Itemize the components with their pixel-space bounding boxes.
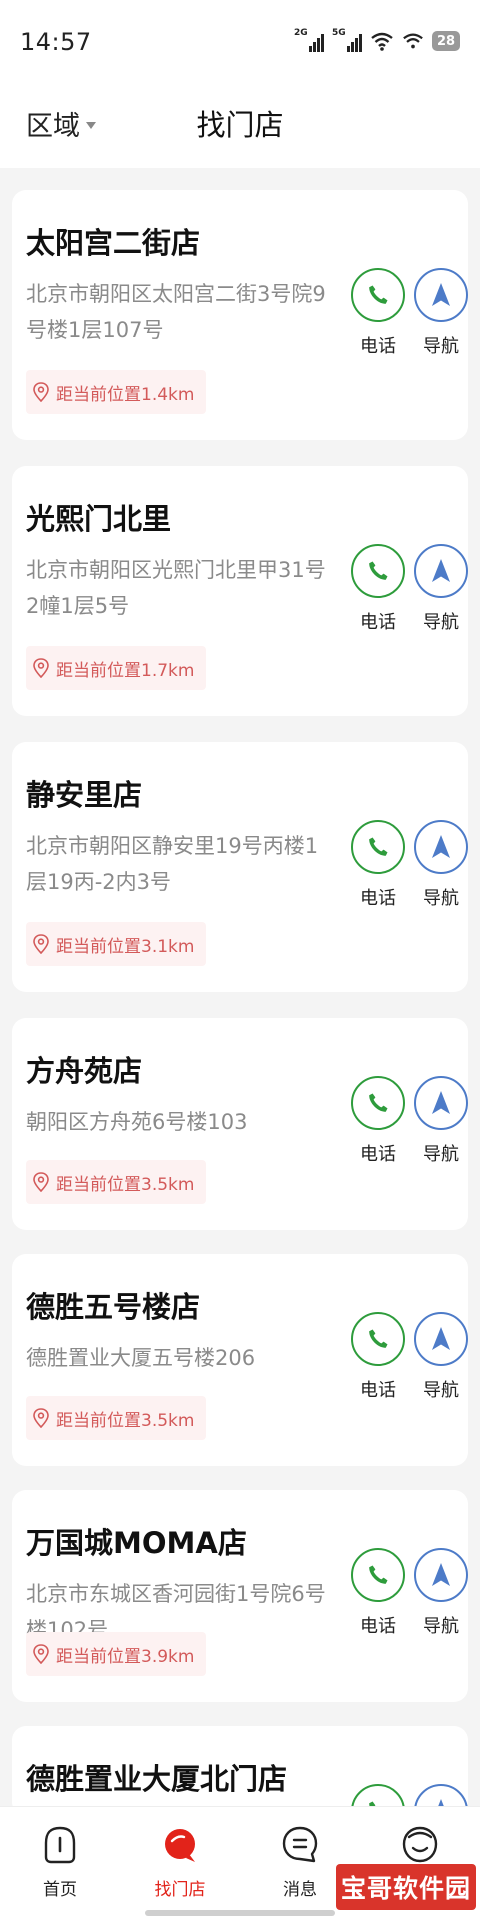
- store-address: 朝阳区方舟苑6号楼103: [26, 1110, 248, 1134]
- distance-text: 距当前位置1.7km: [56, 660, 195, 681]
- navigation-arrow-icon: [414, 544, 468, 598]
- phone-icon: [351, 1312, 405, 1366]
- phone-icon: [351, 268, 405, 322]
- nav-label: 导航: [423, 336, 459, 357]
- wifi-icon-secondary: [403, 33, 423, 49]
- store-name: 静安里店: [26, 778, 143, 812]
- store-name: 德胜置业大厦北门店: [26, 1762, 288, 1796]
- store-card[interactable]: 静安里店 北京市朝阳区静安里19号丙楼1层19丙-2内3号 距当前位置3.1km…: [12, 742, 468, 992]
- tab-home[interactable]: 首页: [10, 1823, 110, 1900]
- store-card[interactable]: 方舟苑店 朝阳区方舟苑6号楼103 距当前位置3.5km 电话 导航: [12, 1018, 468, 1230]
- location-pin-icon: [33, 1644, 49, 1664]
- store-address: 德胜置业大厦五号楼206: [26, 1346, 256, 1370]
- distance-badge: 距当前位置3.9km: [26, 1632, 207, 1676]
- call-label: 电话: [360, 1144, 396, 1165]
- call-button[interactable]: 电话: [348, 820, 408, 910]
- tab-messages-label: 消息: [283, 1880, 317, 1900]
- tab-store-finder-label: 找门店: [154, 1880, 206, 1900]
- store-card[interactable]: 光熙门北里 北京市朝阳区光熙门北里甲31号2幢1层5号 距当前位置1.7km 电…: [12, 466, 468, 716]
- call-button[interactable]: 电话: [348, 268, 408, 358]
- nav-label: 导航: [423, 612, 459, 633]
- store-address: 北京市朝阳区光熙门北里甲31号2幢1层5号: [26, 558, 326, 618]
- phone-icon: [351, 820, 405, 874]
- signal-2g-icon: 2G: [294, 28, 324, 52]
- tab-messages[interactable]: 消息: [250, 1823, 350, 1900]
- distance-badge: 距当前位置1.4km: [26, 370, 207, 414]
- distance-badge: 距当前位置3.5km: [26, 1160, 207, 1204]
- call-label: 电话: [360, 1616, 396, 1637]
- call-button[interactable]: 电话: [348, 1312, 408, 1402]
- phone-icon: [351, 1548, 405, 1602]
- signal-5g-icon: 5G: [332, 28, 362, 52]
- distance-text: 距当前位置3.1km: [56, 936, 195, 957]
- profile-icon: [402, 1826, 438, 1863]
- navigation-arrow-icon: [414, 1076, 468, 1130]
- home-indicator[interactable]: [145, 1910, 335, 1916]
- navigation-arrow-icon: [414, 1548, 468, 1602]
- call-button[interactable]: 电话: [348, 544, 408, 634]
- distance-text: 距当前位置3.5km: [56, 1410, 195, 1431]
- store-address: 北京市朝阳区静安里19号丙楼1层19丙-2内3号: [26, 834, 319, 894]
- store-card[interactable]: 德胜五号楼店 德胜置业大厦五号楼206 距当前位置3.5km 电话 导航: [12, 1254, 468, 1466]
- nav-label: 导航: [423, 888, 459, 909]
- home-icon: [44, 1826, 76, 1864]
- navigate-button[interactable]: 导航: [411, 268, 471, 358]
- navigate-button[interactable]: 导航: [411, 1548, 471, 1638]
- distance-text: 距当前位置3.9km: [56, 1646, 195, 1667]
- tab-store-finder[interactable]: 找门店: [130, 1823, 230, 1900]
- navigate-button[interactable]: 导航: [411, 544, 471, 634]
- store-name: 光熙门北里: [26, 502, 172, 536]
- location-pin-icon: [33, 658, 49, 678]
- nav-label: 导航: [423, 1380, 459, 1401]
- battery-icon: 28: [432, 31, 460, 51]
- signal-5g-label: 5G: [332, 28, 346, 38]
- distance-badge: 距当前位置1.7km: [26, 646, 207, 690]
- page-header: 区域 找门店: [0, 84, 480, 168]
- call-label: 电话: [360, 1380, 396, 1401]
- status-time: 14:57: [20, 28, 92, 56]
- navigation-arrow-icon: [414, 268, 468, 322]
- call-button[interactable]: 电话: [348, 1076, 408, 1166]
- call-label: 电话: [360, 888, 396, 909]
- navigate-button[interactable]: 导航: [411, 1312, 471, 1402]
- distance-text: 距当前位置1.4km: [56, 384, 195, 405]
- store-card[interactable]: 德胜置业大厦北门店: [12, 1726, 468, 1838]
- wifi-icon: [371, 32, 393, 51]
- store-address: 北京市朝阳区太阳宫二街3号院9号楼1层107号: [26, 282, 326, 342]
- store-card[interactable]: 万国城MOMA店 北京市东城区香河园街1号院6号楼102号 距当前位置3.9km…: [12, 1490, 468, 1702]
- store-card[interactable]: 太阳宫二街店 北京市朝阳区太阳宫二街3号院9号楼1层107号 距当前位置1.4k…: [12, 190, 468, 440]
- call-label: 电话: [360, 336, 396, 357]
- navigation-arrow-icon: [414, 820, 468, 874]
- message-icon: [282, 1826, 318, 1863]
- status-bar: 14:57 2G 5G 28: [0, 0, 480, 84]
- navigation-arrow-icon: [414, 1312, 468, 1366]
- signal-2g-label: 2G: [294, 28, 308, 38]
- page-title: 找门店: [196, 108, 284, 142]
- call-button[interactable]: 电话: [348, 1548, 408, 1638]
- nav-label: 导航: [423, 1144, 459, 1165]
- distance-badge: 距当前位置3.1km: [26, 922, 207, 966]
- status-icons: 2G 5G 28: [294, 28, 460, 54]
- location-pin-icon: [33, 382, 49, 402]
- call-label: 电话: [360, 612, 396, 633]
- store-name: 万国城MOMA店: [26, 1526, 247, 1560]
- tab-home-label: 首页: [43, 1880, 77, 1900]
- navigate-button[interactable]: 导航: [411, 820, 471, 910]
- location-pin-icon: [33, 1172, 49, 1192]
- phone-icon: [351, 1076, 405, 1130]
- navigate-button[interactable]: 导航: [411, 1076, 471, 1166]
- location-pin-icon: [33, 1408, 49, 1428]
- location-pin-icon: [33, 934, 49, 954]
- store-name: 方舟苑店: [26, 1054, 143, 1088]
- store-name: 德胜五号楼店: [26, 1290, 201, 1324]
- distance-badge: 距当前位置3.5km: [26, 1396, 207, 1440]
- phone-icon: [351, 544, 405, 598]
- store-name: 太阳宫二街店: [26, 226, 201, 260]
- watermark-logo: 宝哥软件园: [336, 1864, 476, 1910]
- store-finder-icon: [165, 1829, 195, 1862]
- distance-text: 距当前位置3.5km: [56, 1174, 195, 1195]
- nav-label: 导航: [423, 1616, 459, 1637]
